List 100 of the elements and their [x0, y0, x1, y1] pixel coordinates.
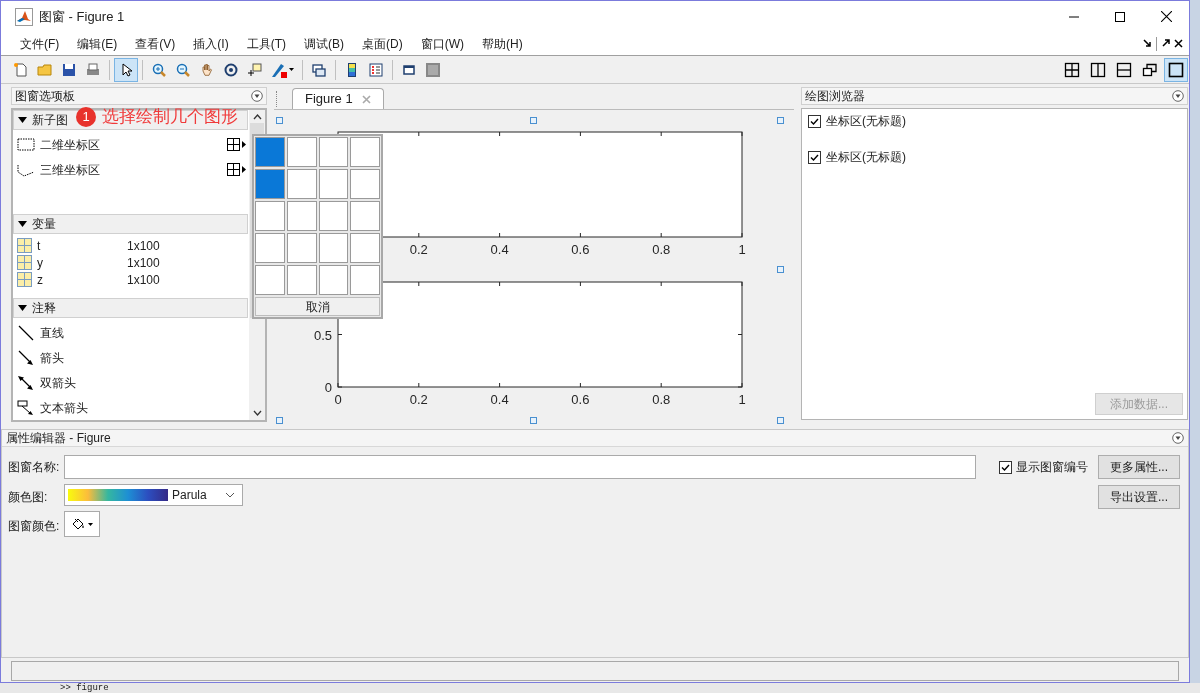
selection-handle[interactable] — [530, 417, 537, 424]
tick-label: 0 — [334, 392, 342, 407]
hand-icon — [199, 61, 215, 78]
figure-name-field[interactable] — [64, 455, 976, 479]
selection-handle[interactable] — [777, 117, 784, 124]
subplot-cell[interactable] — [286, 201, 317, 231]
tick-label: 1 — [738, 242, 746, 257]
subplot-cell[interactable] — [318, 201, 349, 231]
selection-handle[interactable] — [777, 266, 784, 273]
brush-icon — [271, 61, 287, 78]
export-settings-button[interactable]: 导出设置... — [1098, 485, 1180, 509]
subplot-cell[interactable] — [286, 137, 317, 167]
menu-item[interactable]: 工具(T) — [237, 34, 295, 53]
panel-menu-icon[interactable] — [1172, 432, 1184, 444]
subplot-cell[interactable] — [255, 169, 285, 199]
menu-item[interactable]: 窗口(W) — [411, 34, 473, 53]
subplot-cell[interactable] — [318, 233, 349, 263]
palette-item[interactable]: 箭头 — [13, 345, 249, 370]
axes-item[interactable]: 坐标区(无标题) — [826, 148, 906, 166]
subplot-cell[interactable] — [255, 265, 285, 295]
zoom-in-icon — [151, 61, 167, 78]
subplot-cell[interactable] — [286, 169, 317, 199]
cancel-button[interactable]: 取消 — [255, 297, 380, 316]
menu-item[interactable]: 查看(V) — [126, 34, 185, 53]
subplot-cell[interactable] — [255, 137, 285, 167]
subplot-cell[interactable] — [318, 169, 349, 199]
subplot-cell[interactable] — [350, 233, 380, 263]
subplot-cell[interactable] — [350, 265, 380, 295]
item-label: 二维坐标区 — [40, 136, 100, 154]
subplot-cell[interactable] — [318, 265, 349, 295]
tick-label: 0.6 — [571, 242, 590, 257]
palette-item[interactable]: 文本箭头 — [13, 395, 249, 420]
palette-item[interactable]: 三维坐标区 — [13, 157, 249, 182]
panel-menu-icon[interactable] — [251, 90, 263, 102]
close-icon[interactable] — [1174, 39, 1183, 48]
section-header[interactable]: 注释 — [13, 298, 248, 318]
variable-row[interactable]: y 1x100 — [13, 254, 249, 271]
subplot-cell[interactable] — [286, 265, 317, 295]
item-label: 双箭头 — [40, 374, 76, 392]
pointer-button[interactable] — [114, 57, 138, 82]
palette-item[interactable]: 双箭头 — [13, 370, 249, 395]
collapse-icon — [17, 303, 28, 313]
checkbox[interactable] — [808, 150, 821, 164]
panel-menu-icon[interactable] — [1172, 90, 1184, 102]
section-header[interactable]: 变量 — [13, 214, 248, 234]
close-tab-icon[interactable] — [362, 94, 371, 104]
table-icon — [17, 272, 32, 287]
selection-handle[interactable] — [777, 417, 784, 424]
variable-row[interactable]: z 1x100 — [13, 271, 249, 288]
menu-item[interactable]: 桌面(D) — [353, 34, 412, 53]
subplot-cell[interactable] — [350, 137, 380, 167]
plot-area[interactable] — [337, 281, 743, 388]
grid-icon[interactable] — [227, 163, 240, 176]
tick-label: 1 — [738, 392, 746, 407]
checkbox[interactable] — [808, 114, 821, 128]
single-layout-button[interactable] — [1164, 57, 1188, 82]
menu-item[interactable]: 插入(I) — [184, 34, 238, 53]
subplot-cell[interactable] — [350, 169, 380, 199]
scroll-up-icon[interactable] — [252, 114, 262, 120]
figure-tab[interactable]: Figure 1 — [292, 88, 384, 109]
tick-label: 0.8 — [652, 242, 671, 257]
subplot-cell[interactable] — [255, 201, 285, 231]
variable-row[interactable]: t 1x100 — [13, 237, 249, 254]
panel-icon — [425, 61, 441, 78]
palette-item[interactable]: 二维坐标区 — [13, 132, 249, 157]
app-logo-icon — [15, 7, 33, 26]
menu-item[interactable]: 帮助(H) — [473, 34, 532, 53]
subplot-cell[interactable] — [255, 233, 285, 263]
tick-label: 0.2 — [409, 242, 428, 257]
scroll-down-icon[interactable] — [252, 410, 262, 416]
more-properties-button[interactable]: 更多属性... — [1098, 455, 1180, 479]
tick-label: 0.2 — [409, 392, 428, 407]
undock-arrow-icon[interactable] — [1161, 39, 1170, 48]
colormap-dropdown[interactable]: Parula — [64, 484, 243, 506]
tick-label: 0.4 — [490, 242, 509, 257]
selection-handle[interactable] — [276, 417, 283, 424]
annotation-text: 选择绘制几个图形 — [102, 107, 238, 127]
arrow-icon — [17, 349, 35, 366]
item-label: 三维坐标区 — [40, 161, 100, 179]
menu-item[interactable]: 编辑(E) — [68, 34, 127, 53]
single-layout-icon — [1168, 61, 1184, 78]
grid-icon[interactable] — [227, 138, 240, 151]
checkbox[interactable] — [999, 460, 1012, 474]
menu-item[interactable]: 调试(B) — [295, 34, 353, 53]
axes-item[interactable]: 坐标区(无标题) — [826, 112, 906, 130]
color-picker-button[interactable] — [64, 511, 100, 537]
subplot-cell[interactable] — [318, 137, 349, 167]
subplot-cell[interactable] — [286, 233, 317, 263]
dock-arrow-icon[interactable] — [1143, 39, 1152, 48]
subplot-cell[interactable] — [350, 201, 380, 231]
field-label: 图窗名称: — [8, 459, 61, 474]
paint-bucket-icon — [71, 517, 85, 531]
tick-label: 0 — [324, 380, 332, 395]
palette-item[interactable]: 直线 — [13, 320, 249, 345]
selection-handle[interactable] — [276, 117, 283, 124]
menu-item[interactable]: 文件(F) — [11, 34, 69, 53]
tick-label: 0.5 — [313, 327, 332, 343]
selection-handle[interactable] — [530, 117, 537, 124]
folder-icon — [37, 61, 53, 78]
line-icon — [17, 324, 35, 341]
